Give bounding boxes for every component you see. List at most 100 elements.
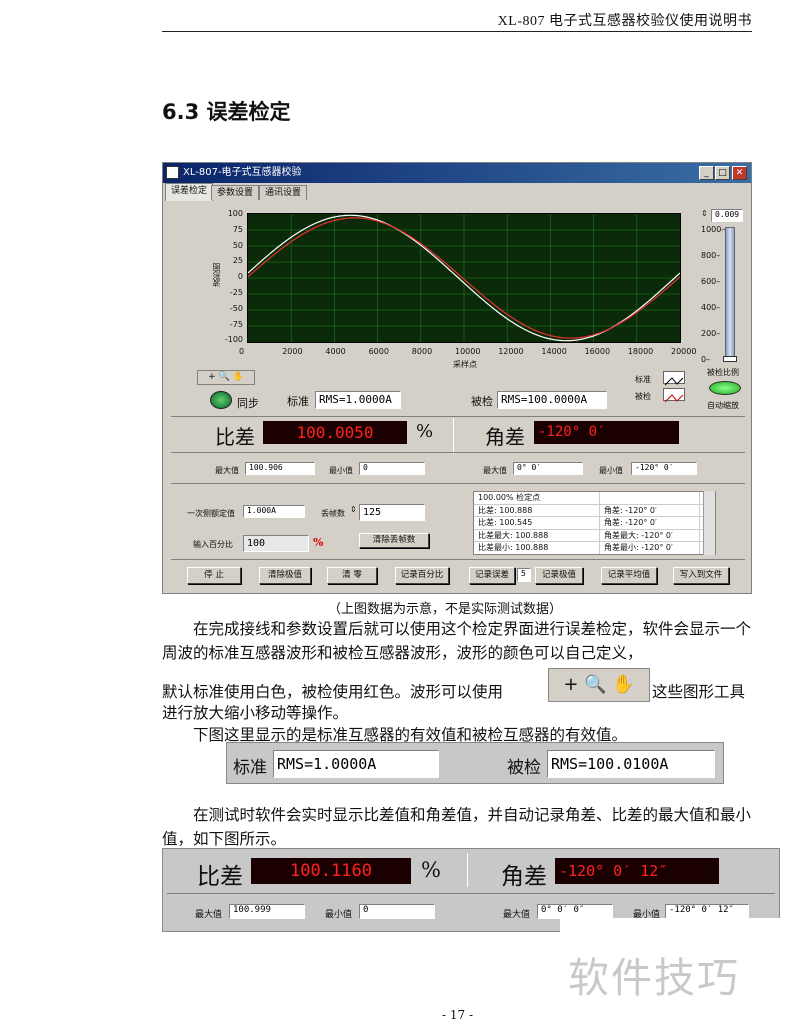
record-percent-button[interactable]: 记录百分比 bbox=[395, 567, 449, 584]
window-title: XL-807-电子式互感器校验 bbox=[183, 167, 302, 178]
paragraph-3: 在测试时软件会实时显示比差值和角差值，并自动记录角差、比差的最大值和最小值，如下… bbox=[162, 806, 752, 848]
record-list-scrollbar[interactable] bbox=[703, 491, 715, 555]
scale-tick: 600– bbox=[701, 277, 721, 286]
stop-button[interactable]: 停 止 bbox=[187, 567, 241, 584]
list-item[interactable]: 比差: 100.888 角差: -120° 0′ bbox=[474, 504, 715, 517]
angle-max-value: 0° 0′ bbox=[513, 462, 583, 475]
input-percent-field[interactable]: 100 bbox=[243, 535, 309, 552]
graph-tools-image: + 🔍 ✋ bbox=[548, 668, 650, 702]
scale-slider[interactable] bbox=[725, 227, 735, 361]
list-cell: 比差: 100.888 bbox=[474, 504, 600, 516]
err-angle-max-label: 最大值 bbox=[503, 910, 531, 920]
xtick-label: 0 bbox=[239, 347, 245, 356]
rms-test-label: 被检 bbox=[507, 758, 541, 778]
list-cell: 比差最大: 100.888 bbox=[474, 529, 600, 541]
auto-zoom-label: 自动缩放 bbox=[707, 401, 739, 410]
auto-zoom-led[interactable] bbox=[709, 381, 741, 395]
ytick-label: -75 bbox=[229, 319, 243, 329]
test-label: 被检 bbox=[471, 395, 493, 408]
plot-xlabel: 采样点 bbox=[453, 360, 477, 369]
minimize-button[interactable]: _ bbox=[699, 166, 714, 180]
scale-spinner-icon[interactable]: ⇕ bbox=[701, 209, 708, 218]
ytick-label: -50 bbox=[229, 303, 243, 313]
err-ratio-label: 比差 bbox=[197, 864, 243, 890]
scale-slider-handle[interactable] bbox=[723, 356, 737, 362]
write-file-button[interactable]: 写入到文件 bbox=[673, 567, 729, 584]
maximize-button[interactable]: □ bbox=[715, 166, 730, 180]
page-number: - 17 - bbox=[442, 1008, 474, 1022]
test-rms-value: RMS=100.0000A bbox=[497, 391, 607, 409]
legend-std-swatch[interactable] bbox=[663, 371, 685, 386]
scale-label: 被检比例 bbox=[707, 368, 739, 377]
xtick-label: 20000 bbox=[671, 347, 697, 356]
list-item[interactable]: 100.00% 检定点 bbox=[474, 492, 715, 505]
err-ratio-min-value: 0 bbox=[359, 904, 435, 919]
figure-caption: （上图数据为示意，不是实际测试数据） bbox=[328, 602, 563, 617]
err-ratio-display: 100.1160 bbox=[251, 858, 411, 884]
divider bbox=[453, 418, 454, 454]
list-cell: 比差最小: 100.888 bbox=[474, 542, 600, 554]
separator bbox=[171, 483, 745, 484]
waveform-plot[interactable] bbox=[247, 213, 681, 343]
xtick-label: 6000 bbox=[368, 347, 389, 356]
scale-value[interactable]: 0.009 bbox=[711, 209, 743, 222]
separator bbox=[171, 559, 745, 560]
scale-tick: 400– bbox=[701, 303, 721, 312]
err-ratio-max-label: 最大值 bbox=[195, 910, 223, 920]
xtick-label: 8000 bbox=[411, 347, 433, 356]
clear-extremes-button[interactable]: 清除极值 bbox=[259, 567, 311, 584]
paragraph-1-end: 进行放大缩小移动等操作。 bbox=[162, 704, 349, 722]
list-cell: 角差: -120° 0′ bbox=[600, 517, 700, 529]
xtick-label: 14000 bbox=[541, 347, 567, 356]
list-item[interactable]: 比差最大: 100.888 角差最大: -120° 0′ bbox=[474, 529, 715, 542]
ytick-label: 25 bbox=[232, 256, 243, 266]
record-extremes-button[interactable]: 记录极值 bbox=[535, 567, 583, 584]
list-item[interactable]: 比差: 100.545 角差: -120° 0′ bbox=[474, 517, 715, 530]
scale-tick: 800– bbox=[701, 251, 721, 260]
ratio-label: 比差 bbox=[215, 425, 255, 449]
waveform-svg bbox=[247, 214, 681, 342]
err-angle-label: 角差 bbox=[501, 864, 547, 890]
err-angle-display: -120° 0′ 12″ bbox=[555, 858, 719, 884]
clear-drop-button[interactable]: 清除丢帧数 bbox=[359, 533, 429, 548]
primary-value-input[interactable]: 1.000A bbox=[243, 505, 305, 518]
record-error-button[interactable]: 记录误差 bbox=[469, 567, 515, 584]
legend-test-label: 被检 bbox=[635, 392, 651, 401]
record-count[interactable]: 5 bbox=[517, 568, 531, 582]
graph-tools[interactable]: + 🔍 ✋ bbox=[197, 370, 255, 385]
ratio-unit: % bbox=[416, 421, 434, 442]
angle-min-label: 最小值 bbox=[599, 466, 623, 475]
plot-ylabel: 波形图 bbox=[212, 263, 221, 287]
drop-count-value: 125 bbox=[359, 504, 425, 521]
sync-label: 同步 bbox=[237, 397, 259, 410]
drop-label: 丢帧数 bbox=[321, 509, 345, 518]
separator bbox=[171, 416, 745, 417]
close-button[interactable]: ✕ bbox=[732, 166, 747, 180]
ytick-label: -100 bbox=[224, 335, 243, 345]
scale-tick: 200– bbox=[701, 329, 721, 338]
drop-spinner-icon[interactable]: ⇕ bbox=[350, 505, 357, 514]
ytick-label: 100 bbox=[227, 209, 243, 218]
record-list[interactable]: 100.00% 检定点 比差: 100.888 角差: -120° 0′ 比差: 10… bbox=[473, 491, 716, 555]
list-item[interactable]: 比差最小: 100.888 角差最小: -120° 0′ bbox=[474, 542, 715, 554]
xtick-label: 10000 bbox=[455, 347, 481, 356]
list-cell bbox=[600, 492, 700, 504]
rms-test-value: RMS=100.0100A bbox=[547, 750, 715, 778]
xtick-label: 2000 bbox=[282, 347, 303, 356]
zero-button[interactable]: 清 零 bbox=[327, 567, 377, 584]
tab-error-check[interactable]: 误差检定 bbox=[165, 183, 214, 201]
watermark: 软件技巧 bbox=[568, 954, 740, 1002]
page-header: XL-807 电子式互感器校验仪使用说明书 bbox=[497, 14, 752, 29]
rms-std-label: 标准 bbox=[233, 758, 267, 778]
angle-min-value: -120° 0′ bbox=[631, 462, 697, 475]
err-angle-min-value: -120° 0′ 12″ bbox=[665, 904, 749, 919]
record-average-button[interactable]: 记录平均值 bbox=[601, 567, 657, 584]
tab-communication[interactable]: 通讯设置 bbox=[259, 185, 308, 200]
ratio-display: 100.0050 bbox=[263, 421, 407, 444]
angle-max-label: 最大值 bbox=[483, 466, 507, 475]
tab-parameters[interactable]: 参数设置 bbox=[211, 185, 260, 200]
ytick-label: -25 bbox=[229, 288, 243, 297]
paragraph-1: 在完成接线和参数设置后就可以使用这个检定界面进行误差检定，软件会显示一个周波的标… bbox=[162, 620, 752, 662]
list-cell: 角差: -120° 0′ bbox=[600, 504, 700, 516]
legend-test-swatch[interactable] bbox=[663, 388, 685, 403]
